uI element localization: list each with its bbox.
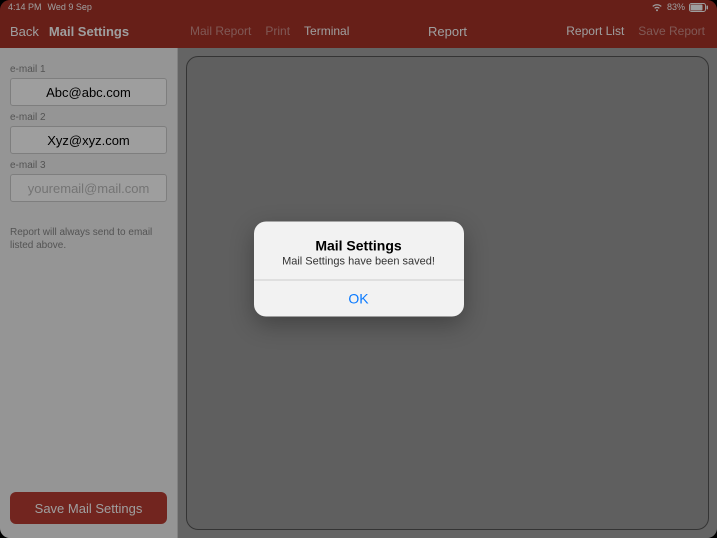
device-frame: 4:14 PM Wed 9 Sep 83% Back Mail Settings… <box>0 0 717 538</box>
alert-title: Mail Settings <box>266 238 452 254</box>
alert-ok-button[interactable]: OK <box>254 281 464 317</box>
alert-message: Mail Settings have been saved! <box>266 256 452 268</box>
alert-dialog: Mail Settings Mail Settings have been sa… <box>254 222 464 317</box>
